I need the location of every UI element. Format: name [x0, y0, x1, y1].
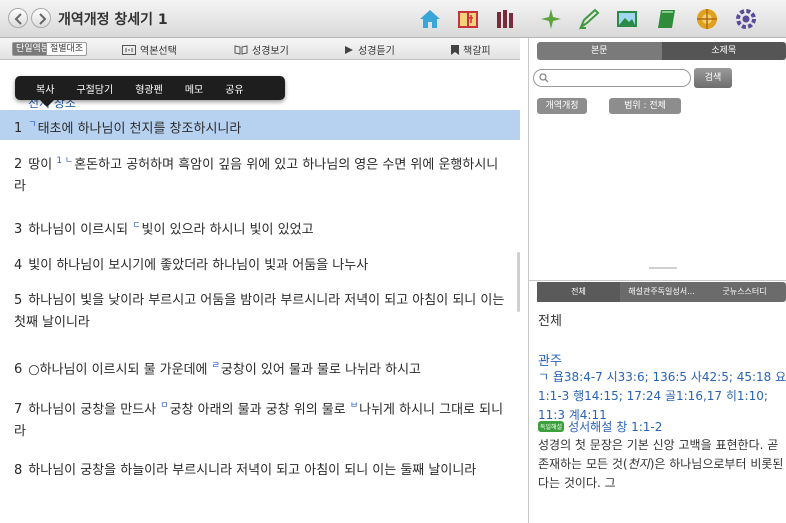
cross-reference-title: 관주	[538, 354, 562, 369]
arrow-right-icon	[39, 13, 47, 25]
verse-number: 1	[14, 121, 23, 137]
panel-separator	[529, 280, 786, 281]
back-button[interactable]	[8, 8, 28, 28]
bookmark-button[interactable]: 책갈피	[451, 42, 491, 57]
verse-row[interactable]: 7 하나님이 궁창을 만드사 ㅁ궁창 아래의 물과 궁창 위의 물로 ㅂ나뉘게 하…	[0, 395, 520, 443]
select-version-button[interactable]: 역본선택	[122, 42, 177, 57]
tab-body[interactable]: 본문	[537, 42, 662, 60]
open-book-icon	[234, 44, 248, 55]
verse-number: 6	[14, 362, 23, 378]
footnote-marker[interactable]: ㅂ	[350, 401, 358, 411]
arrow-left-icon	[14, 13, 22, 25]
commentary-badge: 독일해설	[538, 421, 565, 432]
verse-number: 5	[14, 293, 23, 308]
verse-row[interactable]: 5 하나님이 빛을 낮이라 부르시고 어둠을 밤이라 부르시니라 저녁이 되고 아…	[0, 290, 520, 334]
play-icon	[345, 45, 353, 54]
commentary-heading: 독일해설 성서해설 창 1:1-2	[538, 418, 662, 435]
verse-row[interactable]: 8 하나님이 궁창을 하늘이라 부르시니라 저녁이 되고 아침이 되니 이는 둘째…	[0, 460, 520, 482]
context-menu-item[interactable]: 복사	[25, 81, 65, 96]
compare-toggle[interactable]: 절별대조	[46, 42, 88, 56]
forward-button[interactable]	[31, 8, 51, 28]
verse-text: 하나님이 빛을 낮이라 부르시고 어둠을 밤이라 부르시니라 저녁이 되고 아침…	[14, 293, 505, 330]
filter-range[interactable]: 범위 : 전체	[609, 98, 681, 114]
image-icon[interactable]	[614, 6, 640, 32]
pen-icon[interactable]	[576, 6, 602, 32]
footnote-marker[interactable]: ㄱ	[28, 120, 36, 130]
translate-icon	[122, 44, 136, 55]
bible-icon[interactable]	[455, 6, 481, 32]
reader-toolbar: 단일역본 절별대조 역본선택 성경보기 성경듣기 책갈피	[0, 38, 520, 60]
verse-row[interactable]: 1 ㄱ태초에 하나님이 천지를 창조하시니라	[0, 110, 520, 141]
verse-row[interactable]: 6 ○하나님이 이르시되 물 가운데에 ㄹ궁창이 있어 물과 물로 나뉘라 하시고	[0, 355, 520, 381]
tab-subtitle[interactable]: 소제목	[661, 42, 786, 60]
bible-view-label: 성경보기	[252, 46, 289, 57]
book-green-icon[interactable]	[654, 6, 680, 32]
commentary-panel: 전체 관주 ㄱ 욥38:4-7 시33:6; 136:5 사42:5; 45:1…	[538, 310, 786, 490]
context-menu-pointer	[40, 100, 54, 107]
listen-button[interactable]: 성경듣기	[344, 42, 395, 57]
verse-text: 궁창 아래의 물과 궁창 위의 물로	[169, 402, 350, 418]
commentary-text: 성경의 첫 문장은 기본 신앙 고백을 표현한다. 곧 존재하는 모든 것(천지…	[538, 436, 786, 493]
footnote-marker[interactable]: ㄹ	[212, 361, 220, 371]
context-menu-item[interactable]: 공유	[214, 81, 254, 96]
scrollbar-thumb[interactable]	[517, 252, 520, 312]
footnote-marker[interactable]: ㄷ	[132, 221, 140, 231]
footnote-marker[interactable]: 1 ㄴ	[56, 156, 73, 166]
bible-view-button[interactable]: 성경보기	[234, 42, 289, 57]
commentary-title: 성서해설	[568, 420, 613, 434]
tab-all[interactable]: 전체	[537, 282, 620, 302]
window-title: 개역개정 창세기 1	[58, 12, 168, 28]
filter-version[interactable]: 개역개정	[537, 98, 587, 114]
settings-icon[interactable]	[733, 6, 759, 32]
puzzle-icon[interactable]	[694, 6, 720, 32]
verse-number: 2	[14, 157, 23, 173]
verse-text: 혼돈하고 공허하며 흑암이 깊음 위에 있고 하나님의 영은 수면 위에 운행하…	[14, 157, 499, 195]
verse-text: 빛이 하나님이 보시기에 좋았더라 하나님이 빛과 어둠을 나누사	[28, 258, 369, 273]
verse-text: ○하나님이 이르시되 물 가운데에	[28, 362, 212, 378]
context-menu-item[interactable]: 형광펜	[124, 81, 174, 96]
verse-number: 3	[14, 222, 23, 238]
verse-row[interactable]: 2 땅이 1 ㄴ혼돈하고 공허하며 흑암이 깊음 위에 있고 하나님의 영은 수면…	[0, 150, 520, 198]
verse-number: 8	[14, 463, 23, 478]
footnote-marker[interactable]: ㅁ	[160, 401, 168, 411]
select-version-label: 역본선택	[140, 46, 177, 57]
section-all-title: 전체	[538, 314, 562, 329]
verse-row[interactable]: 4 빛이 하나님이 보시기에 좋았더라 하나님이 빛과 어둠을 나누사	[0, 255, 520, 277]
verse-text: 땅이	[28, 157, 57, 173]
tab-commentary[interactable]: 해설관주독일성서...	[620, 282, 703, 302]
commentary-emphasis: 천지	[627, 457, 650, 471]
verse-text: 궁창이 있어 물과 물로 나뉘라 하시고	[220, 362, 421, 378]
verse-row[interactable]: 3 하나님이 이르시되 ㄷ빛이 있으라 하시니 빛이 있었고	[0, 215, 520, 241]
context-menu-item[interactable]: 구절담기	[65, 81, 124, 96]
context-menu-item[interactable]: 메모	[174, 81, 214, 96]
commentary-tabs: 전체 해설관주독일성서... 굿뉴스스터디	[537, 282, 786, 302]
home-icon[interactable]	[417, 6, 443, 32]
cross-reference-text[interactable]: ㄱ 욥38:4-7 시33:6; 136:5 사42:5; 45:18 요1:1…	[538, 368, 786, 425]
search-button[interactable]: 검색	[694, 68, 732, 88]
verse-text: 하나님이 궁창을 하늘이라 부르시니라 저녁이 되고 아침이 되니 이는 둘째 …	[28, 463, 477, 478]
search-input[interactable]	[533, 69, 691, 87]
listen-label: 성경듣기	[358, 46, 395, 57]
search-icon	[539, 73, 549, 83]
search-mode-tabs: 본문 소제목	[537, 42, 786, 60]
verse-number: 4	[14, 258, 23, 273]
sparkle-icon[interactable]	[538, 6, 564, 32]
tab-goodnews-study[interactable]: 굿뉴스스터디	[703, 282, 786, 302]
title-bar: 개역개정 창세기 1	[0, 0, 786, 38]
verse-text: 빛이 있으라 하시니 빛이 있었고	[141, 222, 314, 238]
verse-text: 하나님이 궁창을 만드사	[28, 402, 161, 418]
bookmark-label: 책갈피	[463, 46, 491, 57]
library-icon[interactable]	[493, 6, 519, 32]
verse-number: 7	[14, 402, 23, 418]
verse-text: 하나님이 이르시되	[28, 222, 133, 238]
bookmark-icon	[451, 44, 459, 55]
resize-handle[interactable]	[649, 267, 677, 269]
verse-context-menu: 복사 구절담기 형광펜 메모 공유	[15, 76, 285, 100]
verse-text: 태초에 하나님이 천지를 창조하시니라	[37, 121, 242, 137]
commentary-ref[interactable]: 창 1:1-2	[616, 418, 662, 435]
